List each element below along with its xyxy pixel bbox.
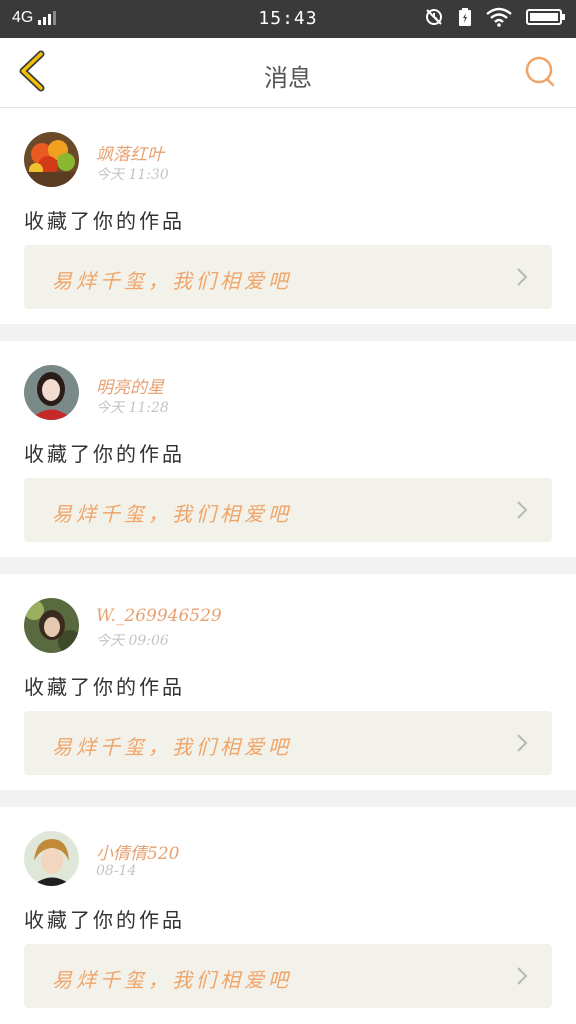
work-title: 易烊千玺，我们相爱吧 (52, 735, 292, 759)
work-title: 易烊千玺，我们相爱吧 (52, 269, 292, 293)
battery-icon (526, 7, 566, 31)
work-link[interactable]: 易烊千玺，我们相爱吧 (24, 245, 552, 309)
action-text: 收藏了你的作品 (24, 675, 185, 699)
message-list: 飒落红叶 今天 11:30 收藏了你的作品 易烊千玺，我们相爱吧 明亮的星 今天… (0, 108, 576, 1023)
action-text: 收藏了你的作品 (24, 442, 185, 466)
chevron-left-icon (17, 50, 47, 96)
message-card: 明亮的星 今天 11:28 收藏了你的作品 易烊千玺，我们相爱吧 (0, 341, 576, 557)
work-title: 易烊千玺，我们相爱吧 (52, 968, 292, 992)
wifi-icon (486, 7, 512, 31)
message-card: 飒落红叶 今天 11:30 收藏了你的作品 易烊千玺，我们相爱吧 (0, 108, 576, 324)
avatar[interactable] (24, 831, 79, 886)
message-card: W._269946529 今天 09:06 收藏了你的作品 易烊千玺，我们相爱吧 (0, 574, 576, 790)
chevron-right-icon (516, 733, 528, 757)
back-button[interactable] (10, 50, 54, 96)
message-time: 今天 09:06 (96, 633, 169, 649)
work-link[interactable]: 易烊千玺，我们相爱吧 (24, 478, 552, 542)
user-name[interactable]: 小倩倩520 (96, 839, 179, 864)
message-time: 08-14 (96, 863, 137, 879)
search-button[interactable] (518, 52, 562, 96)
avatar[interactable] (24, 132, 79, 187)
work-link[interactable]: 易烊千玺，我们相爱吧 (24, 711, 552, 775)
charging-icon (458, 7, 472, 31)
divider (0, 324, 576, 341)
chevron-right-icon (516, 267, 528, 291)
avatar[interactable] (24, 598, 79, 653)
user-name[interactable]: 飒落红叶 (96, 140, 164, 165)
page-title: 消息 (264, 64, 312, 92)
user-name[interactable]: 明亮的星 (96, 373, 164, 398)
divider (0, 790, 576, 807)
message-time: 今天 11:28 (96, 400, 169, 416)
status-icons (424, 7, 566, 31)
divider (0, 557, 576, 574)
message-time: 今天 11:30 (96, 167, 169, 183)
chevron-right-icon (516, 500, 528, 524)
message-card: 小倩倩520 08-14 收藏了你的作品 易烊千玺，我们相爱吧 (0, 807, 576, 1023)
avatar[interactable] (24, 365, 79, 420)
search-icon (523, 55, 557, 93)
chevron-right-icon (516, 966, 528, 990)
action-text: 收藏了你的作品 (24, 908, 185, 932)
user-name[interactable]: W._269946529 (96, 606, 222, 626)
status-bar: 4G 15:43 (0, 0, 576, 38)
action-text: 收藏了你的作品 (24, 209, 185, 233)
alarm-icon (424, 7, 444, 31)
top-nav: 消息 (0, 38, 576, 108)
work-title: 易烊千玺，我们相爱吧 (52, 502, 292, 526)
work-link[interactable]: 易烊千玺，我们相爱吧 (24, 944, 552, 1008)
